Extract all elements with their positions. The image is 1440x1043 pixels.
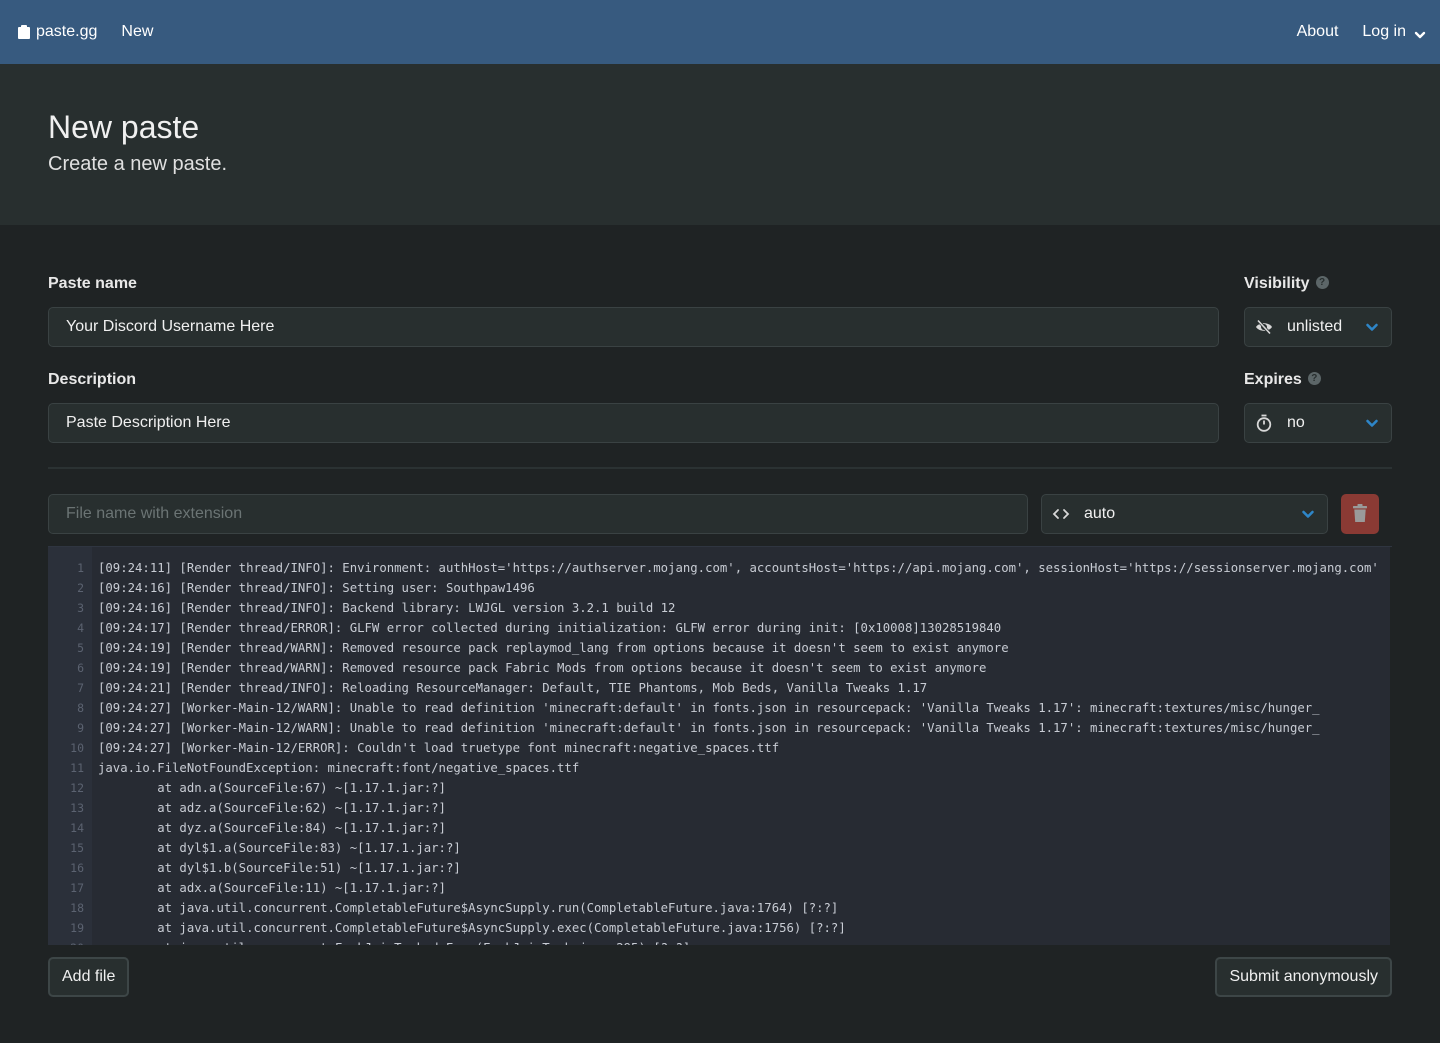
- language-select[interactable]: auto: [1041, 494, 1328, 534]
- description-label: Description: [48, 371, 137, 388]
- code-line: at dyl$1.a(SourceFile:83) ~[1.17.1.jar:?…: [98, 841, 461, 855]
- code-line: [09:24:11] [Render thread/INFO]: Environ…: [98, 561, 1379, 575]
- line-number: 12: [70, 781, 84, 795]
- line-number: 20: [48, 938, 92, 945]
- line-number: 3: [77, 601, 84, 615]
- brand-link[interactable]: paste.gg: [18, 23, 97, 41]
- visibility-select[interactable]: unlisted: [1244, 307, 1392, 347]
- line-number: 7: [77, 681, 84, 695]
- code-line: at java.util.concurrent.CompletableFutur…: [98, 921, 846, 935]
- paste-form: Paste name Description Visibility ?: [0, 225, 1440, 997]
- line-number: 1: [77, 561, 84, 575]
- code-line: at adn.a(SourceFile:67) ~[1.17.1.jar:?]: [98, 781, 446, 795]
- description-input[interactable]: [48, 403, 1219, 443]
- code-line: [09:24:21] [Render thread/INFO]: Reloadi…: [98, 681, 928, 695]
- language-value: auto: [1084, 505, 1116, 522]
- expires-group: Expires ? no: [1244, 369, 1392, 443]
- line-number: 11: [70, 761, 84, 775]
- code-line: [09:24:19] [Render thread/WARN]: Removed…: [98, 661, 987, 675]
- expires-select[interactable]: no: [1244, 403, 1392, 443]
- divider: [48, 467, 1392, 469]
- visibility-label-text: Visibility: [1244, 275, 1310, 292]
- navbar: paste.gg New About Log in: [0, 0, 1440, 64]
- visibility-value: unlisted: [1287, 318, 1343, 335]
- line-number: 15: [70, 841, 84, 855]
- line-number: 17: [70, 881, 84, 895]
- code-line: [09:24:27] [Worker-Main-12/WARN]: Unable…: [98, 701, 1320, 715]
- code-content[interactable]: [09:24:11] [Render thread/INFO]: Environ…: [92, 547, 1392, 945]
- line-number: 4: [77, 621, 84, 635]
- add-file-button[interactable]: Add file: [48, 957, 130, 997]
- code-line: [09:24:16] [Render thread/INFO]: Backend…: [98, 601, 676, 615]
- code-editor[interactable]: 1234567891011121314151617181920 [09:24:1…: [48, 546, 1392, 945]
- line-number: 13: [70, 801, 84, 815]
- nav-new-link[interactable]: New: [121, 23, 153, 41]
- line-number: 10: [70, 741, 84, 755]
- page-title: New paste: [48, 109, 200, 145]
- nav-login-dropdown[interactable]: Log in: [1362, 23, 1426, 41]
- line-number: 16: [70, 861, 84, 875]
- code-line: at java.util.concurrent.CompletableFutur…: [98, 901, 839, 915]
- line-number: 2: [77, 581, 84, 595]
- code-line: [09:24:27] [Worker-Main-12/WARN]: Unable…: [98, 721, 1320, 735]
- chevron-down-icon: [1414, 28, 1426, 40]
- navbar-right: About Log in: [1273, 23, 1426, 41]
- code-line: at dyz.a(SourceFile:84) ~[1.17.1.jar:?]: [98, 821, 446, 835]
- delete-file-button[interactable]: [1341, 494, 1379, 534]
- line-number: 19: [70, 921, 84, 935]
- code-line: [09:24:19] [Render thread/WARN]: Removed…: [98, 641, 1009, 655]
- help-icon[interactable]: ?: [1315, 275, 1329, 289]
- chevron-down-icon: [1301, 507, 1315, 521]
- code-line: at adz.a(SourceFile:62) ~[1.17.1.jar:?]: [98, 801, 446, 815]
- trash-icon: [1353, 503, 1367, 525]
- code-line: at dyl$1.b(SourceFile:51) ~[1.17.1.jar:?…: [98, 861, 461, 875]
- code-line: at java.util.concurrent.ForkJoinTask.doE…: [98, 938, 1392, 945]
- visibility-label: Visibility ?: [1244, 273, 1392, 295]
- line-number-gutter: 1234567891011121314151617181920: [48, 547, 92, 945]
- page-subtitle: Create a new paste.: [48, 153, 227, 176]
- submit-anonymously-button[interactable]: Submit anonymously: [1215, 957, 1392, 997]
- hero: New paste Create a new paste.: [0, 64, 1440, 225]
- description-group: Description: [48, 369, 1219, 443]
- help-icon[interactable]: ?: [1307, 371, 1321, 385]
- line-number: 5: [77, 641, 84, 655]
- expires-label: Expires ?: [1244, 369, 1392, 391]
- line-number: 18: [70, 901, 84, 915]
- file-name-input[interactable]: [48, 494, 1028, 534]
- clipboard-icon: [18, 25, 30, 39]
- code-line: [09:24:27] [Worker-Main-12/ERROR]: Could…: [98, 741, 780, 755]
- chevron-down-icon: [1365, 416, 1379, 430]
- login-label: Log in: [1362, 23, 1406, 40]
- line-number: 9: [77, 721, 84, 735]
- paste-name-label: Paste name: [48, 275, 137, 292]
- expires-value: no: [1287, 414, 1305, 431]
- paste-name-input[interactable]: [48, 307, 1219, 347]
- chevron-down-icon: [1365, 320, 1379, 334]
- line-number: 8: [77, 701, 84, 715]
- eye-slash-icon: [1255, 318, 1273, 336]
- code-line: java.io.FileNotFoundException: minecraft…: [98, 761, 580, 775]
- code-icon: [1052, 505, 1070, 523]
- nav-about-link[interactable]: About: [1297, 23, 1339, 41]
- code-line: [09:24:16] [Render thread/INFO]: Setting…: [98, 581, 535, 595]
- line-number: 14: [70, 821, 84, 835]
- file-header: auto: [48, 494, 1392, 534]
- code-line: at adx.a(SourceFile:11) ~[1.17.1.jar:?]: [98, 881, 446, 895]
- expires-label-text: Expires: [1244, 371, 1302, 388]
- visibility-group: Visibility ? unlisted: [1244, 273, 1392, 347]
- form-actions: Add file Submit anonymously: [48, 957, 1392, 997]
- navbar-left: paste.gg New: [18, 23, 153, 41]
- paste-name-group: Paste name: [48, 273, 1219, 347]
- stopwatch-icon: [1255, 414, 1273, 432]
- line-number: 6: [77, 661, 84, 675]
- code-line: [09:24:17] [Render thread/ERROR]: GLFW e…: [98, 621, 1002, 635]
- editor-scrollbar[interactable]: [1390, 547, 1392, 945]
- brand-label: paste.gg: [36, 23, 98, 40]
